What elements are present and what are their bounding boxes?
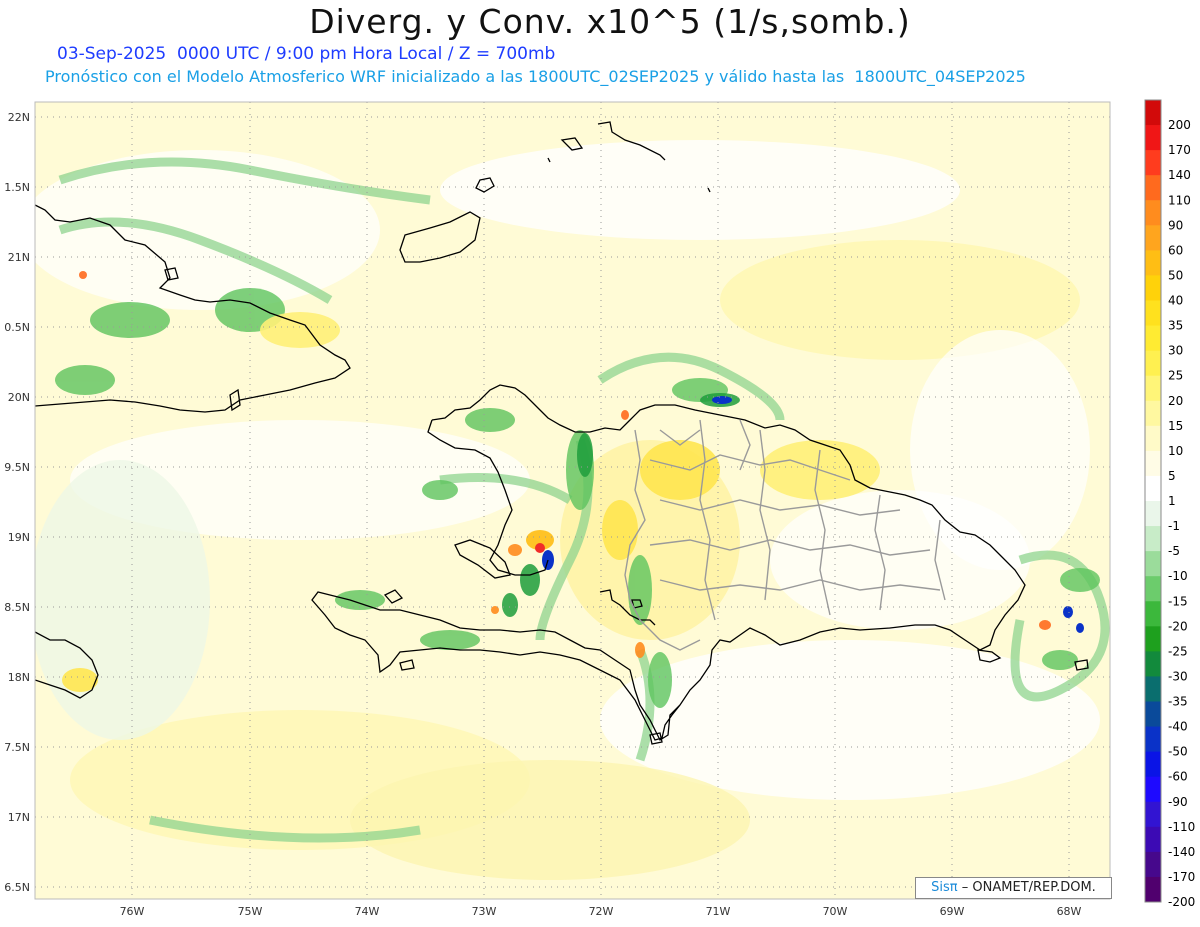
colorbar-label: 140 (1168, 168, 1191, 182)
colorbar-label: 60 (1168, 243, 1183, 257)
colorbar-swatch (1145, 551, 1161, 577)
colorbar-swatch (1145, 626, 1161, 652)
colorbar-swatch (1145, 701, 1161, 728)
colorbar-label: -25 (1168, 644, 1188, 658)
colorbar-label: 110 (1168, 193, 1191, 207)
colorbar-label: -15 (1168, 594, 1188, 608)
colorbar-label: 35 (1168, 319, 1183, 333)
colorbar-swatch (1145, 826, 1161, 853)
credit-box: Sisπ – ONAMET/REP.DOM. (915, 877, 1112, 899)
colorbar: 200 170 140 110 90 60 50 40 35 30 25 20 15 10 5 1 -1 -5 -1… (1144, 99, 1195, 909)
lon-label: 76W (120, 905, 145, 918)
lat-label: 9.5N (4, 461, 30, 474)
lon-label: 68W (1057, 905, 1082, 918)
colorbar-swatch (1145, 275, 1161, 301)
colorbar-label: -1 (1168, 519, 1180, 533)
lat-label: 21N (8, 251, 30, 264)
colorbar-label: 1 (1168, 494, 1176, 508)
colorbar-label: -40 (1168, 720, 1188, 734)
lat-label: 20N (8, 391, 30, 404)
colorbar-label: -140 (1168, 845, 1195, 859)
colorbar-swatch (1145, 200, 1161, 226)
colorbar-label: -90 (1168, 795, 1188, 809)
lat-label: 1.5N (4, 181, 30, 194)
colorbar-label: 40 (1168, 294, 1183, 308)
lat-label: 8.5N (4, 601, 30, 614)
colorbar-swatch (1145, 450, 1161, 477)
colorbar-swatch (1145, 851, 1161, 878)
lat-label: 6.5N (4, 881, 30, 894)
lon-label: 75W (238, 905, 263, 918)
colorbar-label: -50 (1168, 745, 1188, 759)
lon-label: 70W (823, 905, 848, 918)
lat-label: 22N (8, 111, 30, 124)
colorbar-label: -20 (1168, 619, 1188, 633)
lon-label: 74W (355, 905, 380, 918)
colorbar-swatch (1145, 400, 1161, 427)
colorbar-swatch (1145, 225, 1161, 251)
colorbar-label: 10 (1168, 444, 1183, 458)
colorbar-swatch (1145, 300, 1161, 327)
colorbar-swatch (1145, 726, 1161, 753)
lat-label: 17N (8, 811, 30, 824)
colorbar-label: -10 (1168, 569, 1188, 583)
sispi-logo: Sisπ (931, 880, 958, 895)
lon-label: 71W (706, 905, 731, 918)
longitude-labels: 76W 75W 74W 73W 72W 71W 70W 69W 68W (120, 905, 1082, 918)
colorbar-swatch (1145, 526, 1161, 552)
colorbar-label: 15 (1168, 419, 1183, 433)
colorbar-label: 20 (1168, 394, 1183, 408)
colorbar-swatch (1145, 425, 1161, 452)
lon-label: 69W (940, 905, 965, 918)
lat-label: 7.5N (4, 741, 30, 754)
colorbar-swatch (1145, 250, 1161, 276)
lon-label: 73W (472, 905, 497, 918)
colorbar-swatch (1145, 475, 1161, 502)
chart-title: Diverg. y Conv. x10^5 (1/s,somb.) (309, 2, 911, 41)
colorbar-swatch (1145, 601, 1161, 627)
colorbar-swatch (1145, 375, 1161, 402)
lat-label: 0.5N (4, 321, 30, 334)
colorbar-label: -35 (1168, 695, 1188, 709)
colorbar-label: 5 (1168, 469, 1176, 483)
colorbar-label: -60 (1168, 770, 1188, 784)
colorbar-swatch (1145, 876, 1161, 903)
lat-label: 18N (8, 671, 30, 684)
colorbar-label: 90 (1168, 218, 1183, 232)
colorbar-label: -110 (1168, 820, 1195, 834)
lon-label: 72W (589, 905, 614, 918)
lat-label: 19N (8, 531, 30, 544)
colorbar-swatch (1145, 100, 1161, 126)
colorbar-swatch (1145, 175, 1161, 201)
model-info-subtitle: Pronóstico con el Modelo Atmosferico WRF… (45, 67, 1026, 86)
colorbar-swatch (1145, 651, 1161, 677)
colorbar-swatch (1145, 801, 1161, 828)
colorbar-label: 50 (1168, 268, 1183, 282)
map-canvas: 22N 1.5N 21N 0.5N 20N 9.5N 19N 8.5N 18N … (4, 99, 1195, 918)
colorbar-label: 170 (1168, 143, 1191, 157)
colorbar-swatch (1145, 325, 1161, 352)
colorbar-swatch (1145, 501, 1161, 527)
colorbar-label: 25 (1168, 369, 1183, 383)
colorbar-label: 30 (1168, 344, 1183, 358)
colorbar-swatch (1145, 150, 1161, 176)
colorbar-label: -200 (1168, 895, 1195, 909)
colorbar-swatch (1145, 676, 1161, 702)
colorbar-swatch (1145, 125, 1161, 151)
credit-org: – ONAMET/REP.DOM. (961, 880, 1096, 895)
colorbar-label: 200 (1168, 118, 1191, 132)
colorbar-label: -5 (1168, 544, 1180, 558)
colorbar-label: -30 (1168, 669, 1188, 683)
colorbar-swatch (1145, 751, 1161, 778)
valid-time-subtitle: 03-Sep-2025 0000 UTC / 9:00 pm Hora Loca… (57, 44, 556, 64)
colorbar-swatch (1145, 576, 1161, 602)
colorbar-swatch (1145, 776, 1161, 803)
colorbar-swatch (1145, 350, 1161, 377)
colorbar-label: -170 (1168, 870, 1195, 884)
divergence-field (35, 102, 1110, 899)
latitude-labels: 22N 1.5N 21N 0.5N 20N 9.5N 19N 8.5N 18N … (4, 111, 30, 894)
